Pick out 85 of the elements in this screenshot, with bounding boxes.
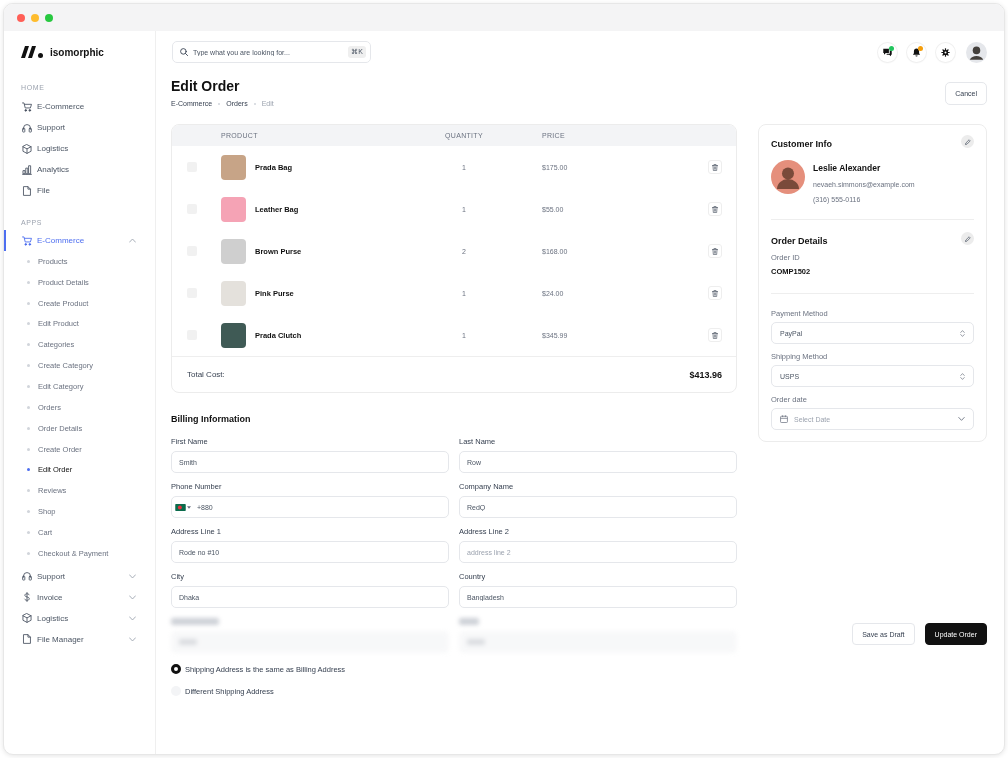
- notifications-button[interactable]: [907, 42, 926, 62]
- customer-name: Leslie Alexander: [813, 162, 881, 174]
- product-photo: [221, 238, 246, 264]
- bullet-icon: [27, 385, 30, 388]
- headset-icon: [22, 571, 32, 582]
- window-control-icon[interactable]: [45, 13, 53, 22]
- chevron-down-icon[interactable]: [129, 573, 136, 579]
- settings-button[interactable]: [936, 42, 955, 62]
- nav-item[interactable]: Support: [4, 565, 155, 587]
- bullet-icon: [27, 322, 30, 326]
- messages-button[interactable]: [878, 42, 897, 62]
- updown-chevron-icon: [960, 372, 965, 380]
- gear-icon: [941, 47, 950, 57]
- product-photo: [221, 196, 246, 222]
- file-icon: [22, 634, 32, 645]
- logo-icon: [21, 46, 43, 58]
- cart-icon: [22, 101, 32, 112]
- nav-item[interactable]: E-Commerce: [4, 96, 155, 117]
- chevron-down-icon: [958, 417, 965, 421]
- bullet-icon: [27, 405, 30, 409]
- search-icon: [180, 48, 188, 56]
- trash-icon: [712, 205, 718, 213]
- bullet-icon: [27, 447, 30, 451]
- trash-icon: [712, 163, 718, 171]
- box-icon: [22, 613, 32, 624]
- trash-icon: [712, 247, 718, 255]
- card-title: Customer Info: [771, 138, 832, 149]
- bullet-icon: [27, 259, 30, 263]
- nav-item[interactable]: Logistics: [4, 138, 155, 159]
- brand-name: isomorphic: [50, 46, 104, 58]
- bullet-icon: [27, 551, 30, 555]
- delete-button[interactable]: [708, 160, 722, 174]
- nav-item[interactable]: Support: [4, 117, 155, 138]
- window-control-icon[interactable]: [17, 13, 25, 22]
- headset-icon: [22, 122, 32, 133]
- total-label: Total Cost:: [187, 370, 225, 379]
- nav-item[interactable]: Analytics: [4, 159, 155, 180]
- nav-item[interactable]: File: [4, 180, 155, 201]
- chevron-up-icon[interactable]: [129, 238, 136, 243]
- chat-icon: [883, 47, 892, 57]
- bullet-icon: [27, 280, 30, 284]
- page-title: Edit Order: [171, 77, 240, 95]
- delete-button[interactable]: [708, 328, 722, 342]
- nav-item[interactable]: Logistics: [4, 607, 155, 629]
- bullet-icon: [27, 301, 30, 305]
- trash-icon: [712, 289, 718, 297]
- edit-button[interactable]: [961, 135, 974, 148]
- section-title: Billing Information: [171, 413, 251, 425]
- delete-button[interactable]: [708, 202, 722, 216]
- bullet-icon: [27, 343, 30, 347]
- bullet-icon: [27, 489, 30, 493]
- calendar-icon: [780, 415, 788, 423]
- bullet-icon: [27, 530, 30, 534]
- nav-item[interactable]: File Manager: [4, 628, 155, 650]
- caret-icon[interactable]: [187, 505, 191, 509]
- cart-icon: [22, 235, 32, 246]
- updown-chevron-icon: [960, 329, 965, 337]
- bullet-icon: [27, 426, 30, 430]
- chevron-down-icon[interactable]: [129, 636, 136, 642]
- dollar-icon: [22, 592, 32, 603]
- nav-item[interactable]: Invoice: [4, 586, 155, 608]
- trash-icon: [712, 331, 718, 339]
- bullet-icon: [27, 510, 30, 514]
- user-avatar-icon[interactable]: [966, 41, 987, 63]
- pencil-icon: [964, 138, 971, 145]
- avatar-icon: [771, 160, 805, 194]
- delete-button[interactable]: [708, 244, 722, 258]
- total-amount: $413.96: [689, 369, 722, 380]
- file-icon: [22, 185, 32, 196]
- nav-item[interactable]: E-Commerce: [4, 230, 155, 251]
- pencil-icon: [964, 235, 971, 242]
- bullet-icon: [27, 468, 30, 472]
- product-photo: [221, 322, 246, 348]
- flag-icon[interactable]: [175, 503, 186, 511]
- chevron-down-icon[interactable]: [129, 615, 136, 621]
- delete-button[interactable]: [708, 286, 722, 300]
- edit-button[interactable]: [961, 232, 974, 245]
- bell-icon: [912, 47, 921, 57]
- box-icon: [22, 143, 32, 154]
- product-photo: [221, 280, 246, 306]
- product-photo: [221, 154, 246, 180]
- card-title: Order Details: [771, 235, 828, 246]
- chevron-down-icon[interactable]: [129, 594, 136, 600]
- bullet-icon: [27, 364, 30, 368]
- bar-chart-icon: [22, 164, 32, 175]
